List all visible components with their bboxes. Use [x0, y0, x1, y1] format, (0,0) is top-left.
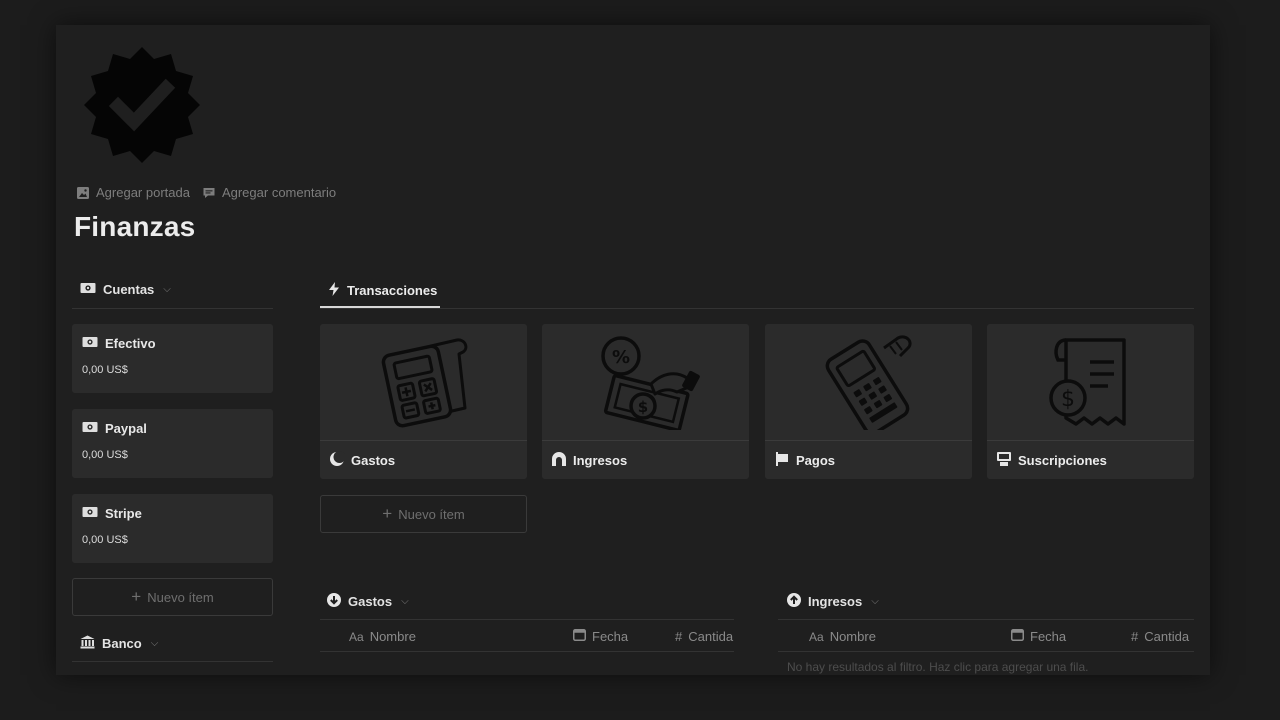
plus-icon: + — [382, 503, 393, 523]
account-card-paypal[interactable]: Paypal 0,00 US$ — [72, 409, 273, 478]
divider — [778, 651, 1194, 652]
card-title: Gastos — [351, 453, 396, 468]
comment-icon — [202, 186, 216, 200]
account-name: Efectivo — [105, 336, 156, 351]
calendar-icon — [1011, 629, 1024, 644]
svg-text:$: $ — [637, 398, 647, 416]
verified-badge-icon[interactable] — [80, 43, 204, 167]
card-title: Ingresos — [573, 453, 628, 468]
expenses-view-selector[interactable]: Gastos ⌵ — [327, 593, 409, 610]
page-actions: Agregar portada Agregar comentario — [76, 185, 336, 200]
image-icon — [76, 186, 90, 200]
svg-text:$: $ — [1061, 387, 1075, 412]
tab-transacciones[interactable]: Transacciones — [328, 282, 437, 299]
flag-icon — [774, 451, 790, 470]
account-balance: 0,00 US$ — [82, 449, 128, 461]
bank-icon — [80, 635, 95, 652]
arrow-down-circle-icon — [327, 593, 341, 610]
dollar-receipt-illustration: $ — [987, 324, 1194, 441]
divider — [320, 308, 1194, 309]
money-percent-illustration: % $ — [542, 324, 749, 441]
computer-icon — [996, 451, 1012, 470]
income-view-selector[interactable]: Ingresos ⌵ — [787, 593, 879, 610]
chevron-down-icon: ⌵ — [871, 596, 879, 607]
banknote-icon — [82, 336, 98, 351]
plus-icon: + — [131, 586, 142, 606]
page-title: Finanzas — [74, 211, 196, 242]
banknote-icon — [82, 506, 98, 521]
divider — [320, 651, 734, 652]
active-tab-indicator — [320, 306, 440, 308]
account-card-efectivo[interactable]: Efectivo 0,00 US$ — [72, 324, 273, 393]
divider — [72, 661, 273, 662]
account-balance: 0,00 US$ — [82, 364, 128, 376]
card-title: Suscripciones — [1018, 453, 1107, 468]
divider — [72, 308, 273, 309]
gallery-card-pagos[interactable]: Pagos — [765, 324, 972, 479]
arch-icon — [551, 451, 567, 470]
chevron-down-icon: ⌵ — [163, 284, 171, 295]
number-type-icon: # — [675, 629, 683, 644]
card-title: Pagos — [796, 453, 836, 468]
pos-terminal-illustration — [765, 324, 972, 441]
chevron-down-icon: ⌵ — [150, 638, 159, 649]
bank-view-selector[interactable]: Banco ⌵ — [80, 635, 158, 652]
column-header-date[interactable]: Fecha — [573, 629, 628, 644]
empty-table-message[interactable]: No hay resultados al filtro. Haz clic pa… — [787, 660, 1187, 674]
gallery-card-ingresos[interactable]: % $ Ingresos — [542, 324, 749, 479]
chevron-down-icon: ⌵ — [401, 596, 409, 607]
banknote-icon — [80, 282, 96, 297]
column-header-amount[interactable]: # Cantida — [675, 629, 734, 644]
column-header-name[interactable]: Aa Nombre — [349, 629, 416, 644]
finance-page: Agregar portada Agregar comentario Finan… — [56, 25, 1210, 675]
account-name: Stripe — [105, 506, 142, 521]
account-card-stripe[interactable]: Stripe 0,00 US$ — [72, 494, 273, 563]
accounts-view-selector[interactable]: Cuentas ⌵ — [80, 282, 171, 297]
account-balance: 0,00 US$ — [82, 534, 128, 546]
calendar-icon — [573, 629, 586, 644]
add-comment-button[interactable]: Agregar comentario — [202, 185, 336, 200]
calculator-receipt-illustration — [320, 324, 527, 441]
accounts-new-item-button[interactable]: + Nuevo ítem — [72, 578, 273, 616]
divider — [320, 619, 734, 620]
gallery-card-suscripciones[interactable]: $ Suscripciones — [987, 324, 1194, 479]
add-cover-button[interactable]: Agregar portada — [76, 185, 190, 200]
column-header-amount[interactable]: # Cantida — [1131, 629, 1194, 644]
moon-icon — [329, 451, 346, 470]
transactions-new-item-button[interactable]: + Nuevo ítem — [320, 495, 527, 533]
arrow-up-circle-icon — [787, 593, 801, 610]
lightning-icon — [328, 282, 340, 299]
column-header-name[interactable]: Aa Nombre — [809, 629, 876, 644]
number-type-icon: # — [1131, 629, 1139, 644]
divider — [778, 619, 1194, 620]
gallery-card-gastos[interactable]: Gastos — [320, 324, 527, 479]
text-type-icon: Aa — [809, 629, 824, 644]
text-type-icon: Aa — [349, 629, 364, 644]
banknote-icon — [82, 421, 98, 436]
svg-text:%: % — [611, 347, 629, 368]
column-header-date[interactable]: Fecha — [1011, 629, 1066, 644]
account-name: Paypal — [105, 421, 147, 436]
